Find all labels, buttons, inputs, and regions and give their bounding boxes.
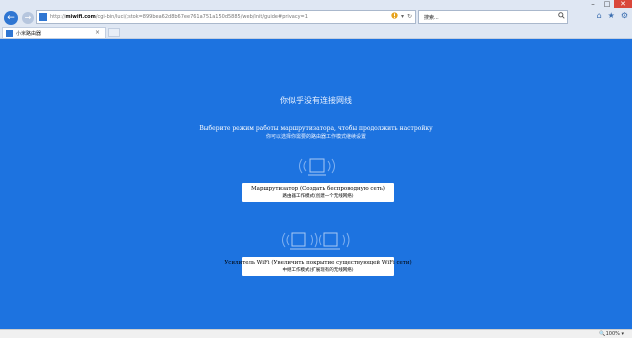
router-mode-subtitle: 路由器工作模式(创建一个无线网络): [282, 194, 354, 199]
router-mode-title: Маршрутизатор (Создать беспроводную сеть…: [251, 186, 385, 192]
search-input[interactable]: 搜索...: [418, 10, 568, 24]
extender-mode-subtitle: 中继工作模式(扩展现有的无线网络): [282, 268, 354, 273]
status-bar: 🔍100% ▾: [0, 329, 632, 338]
page-heading: 你似乎没有连接网线: [280, 96, 352, 105]
page-hint: 你可以选择你需要的路由器工作模式继续设置: [265, 134, 366, 140]
extender-wifi-icon: [282, 232, 350, 250]
search-placeholder: 搜索...: [424, 14, 439, 21]
zoom-level[interactable]: 🔍100% ▾: [599, 331, 624, 337]
tab-favicon-icon: [6, 29, 13, 37]
tab-bar: 小米路由器 ×: [0, 27, 632, 39]
search-icon[interactable]: [558, 12, 565, 21]
forward-button[interactable]: →: [22, 11, 34, 24]
router-wifi-icon: [299, 158, 335, 176]
new-tab-button[interactable]: [108, 28, 120, 37]
refresh-icon[interactable]: ↻: [407, 13, 412, 20]
tab-close-icon[interactable]: ×: [95, 29, 100, 36]
back-button[interactable]: ←: [4, 10, 18, 25]
browser-toolbar: ← → http://miwifi.com/cgi-bin/luci/;stok…: [0, 8, 632, 27]
title-bar: [0, 0, 632, 8]
page-subtitle: Выберите режим работы маршрутизатора, чт…: [199, 125, 433, 132]
settings-icon[interactable]: ⚙: [621, 11, 628, 20]
url-text[interactable]: http://miwifi.com/cgi-bin/luci/;stok=899…: [50, 14, 370, 20]
certificate-icon[interactable]: [391, 12, 398, 21]
home-icon[interactable]: ⌂: [597, 11, 602, 20]
router-mode-button[interactable]: Маршрутизатор (Создать беспроводную сеть…: [242, 183, 394, 202]
extender-mode-button[interactable]: Усилитель WiFi (Увеличить покрытие сущес…: [224, 257, 412, 276]
address-dropdown-icon[interactable]: ▾: [401, 13, 404, 20]
extender-mode-title: Усилитель WiFi (Увеличить покрытие сущес…: [224, 260, 412, 266]
url-path: /cgi-bin/luci/;stok=899bea62d8b67ee761a7…: [95, 14, 308, 20]
address-bar[interactable]: http://miwifi.com/cgi-bin/luci/;stok=899…: [36, 10, 416, 24]
tab-title: 小米路由器: [16, 30, 42, 37]
setup-page: 你似乎没有连接网线 Выберите режим работы маршрути…: [0, 39, 632, 329]
url-prefix: http://: [50, 14, 66, 20]
url-domain: miwifi.com: [65, 14, 96, 20]
favorites-icon[interactable]: ★: [608, 11, 615, 20]
tab-miwifi[interactable]: 小米路由器 ×: [2, 27, 106, 38]
site-icon: [39, 13, 47, 21]
